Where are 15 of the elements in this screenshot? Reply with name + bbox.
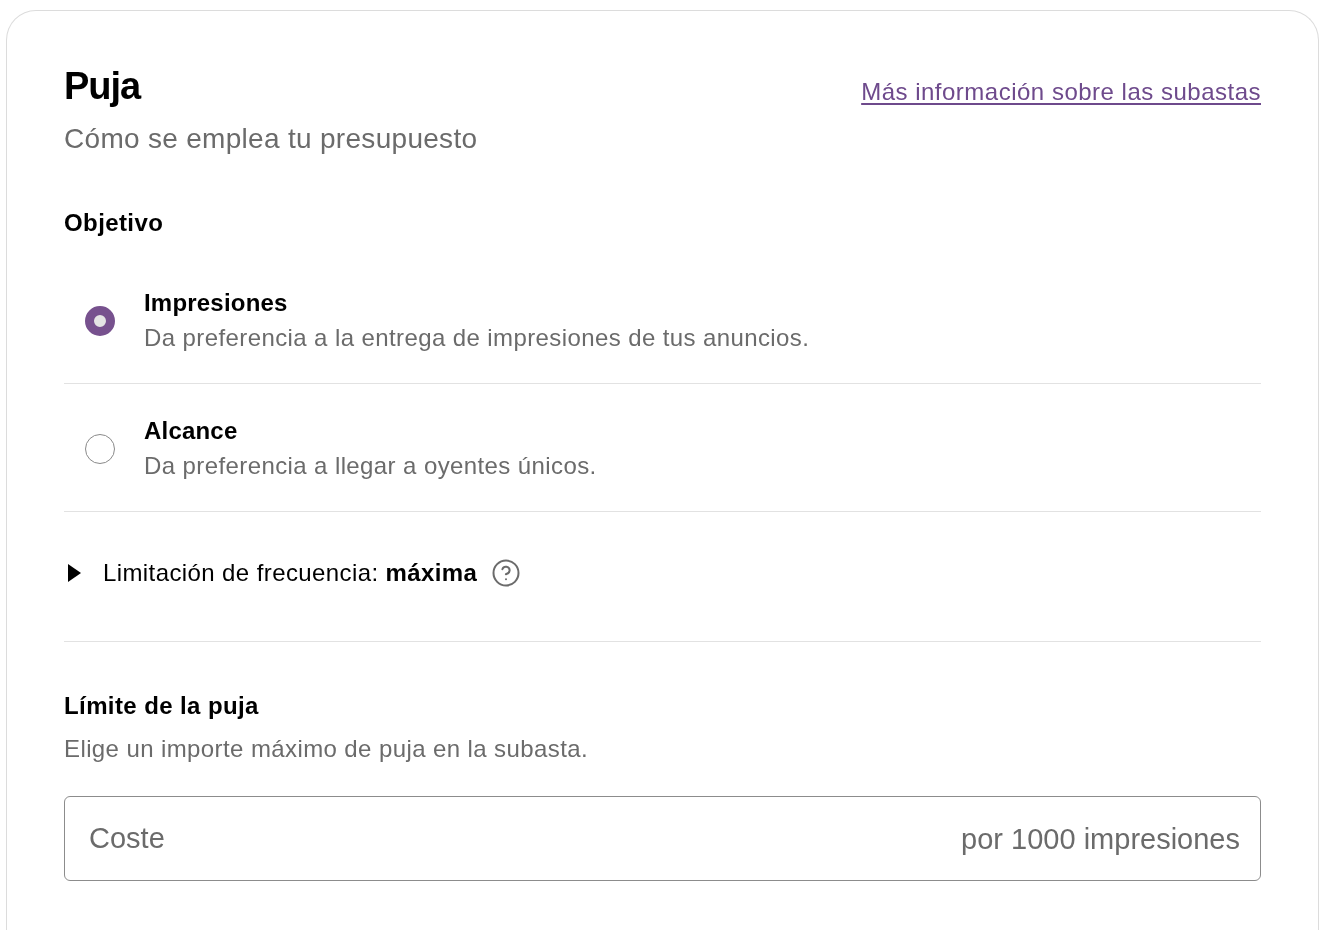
frequency-cap-toggle[interactable]: Limitación de frecuencia: máxima xyxy=(64,558,478,588)
radio-button[interactable] xyxy=(85,433,115,464)
radio-button[interactable] xyxy=(85,305,115,336)
section-description: Elige un importe máximo de puja en la subasta. xyxy=(64,734,590,764)
section-heading: Objetivo xyxy=(64,208,165,238)
card-subtitle: Cómo se emplea tu presupuesto xyxy=(64,122,479,156)
section-heading: Límite de la puja xyxy=(64,691,260,721)
option-label: Alcance xyxy=(144,416,239,446)
option-description: Da preferencia a la entrega de impresiones de tus anuncios. xyxy=(144,323,810,353)
option-label: Impresiones xyxy=(144,288,289,318)
unit-suffix: por 1000 impresiones xyxy=(961,821,1240,856)
card-title: Puja xyxy=(64,64,141,108)
option-description: Da preferencia a llegar a oyentes únicos. xyxy=(144,451,597,481)
auctions-info-link[interactable]: Más información sobre las subastas xyxy=(861,77,1261,107)
help-icon[interactable] xyxy=(491,558,522,588)
